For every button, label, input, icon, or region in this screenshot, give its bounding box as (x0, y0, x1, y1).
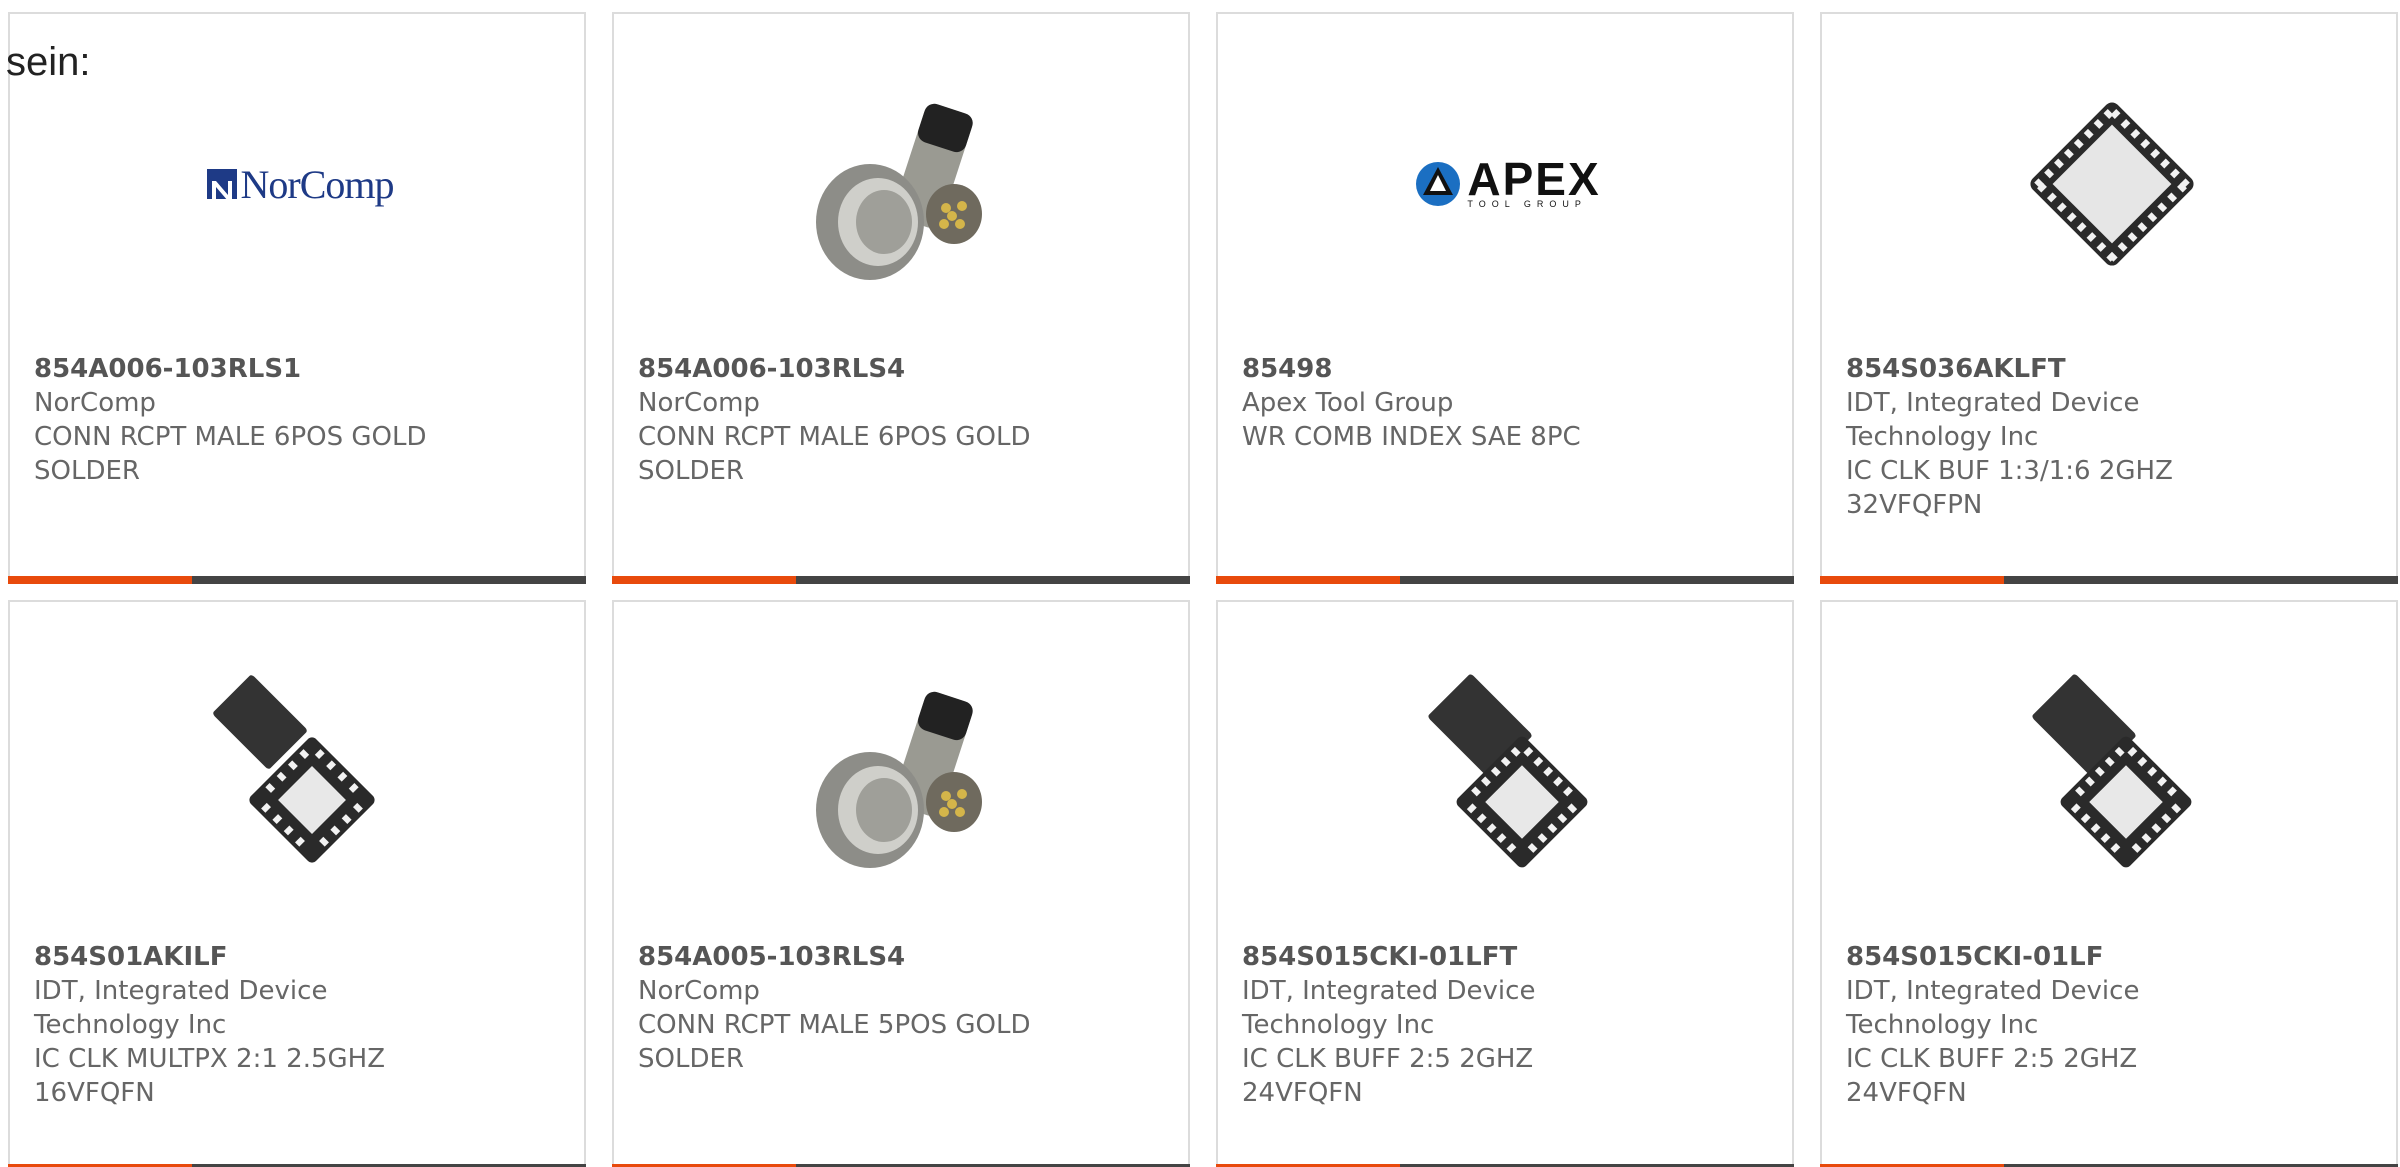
product-card[interactable]: 854A006-103RLS4 NorComp CONN RCPT MALE 6… (612, 12, 1190, 584)
product-card[interactable]: 854S01AKILF IDT, Integrated Device Techn… (8, 600, 586, 1167)
description: SOLDER (638, 1044, 744, 1074)
description: CONN RCPT MALE 6POS GOLD (638, 422, 1031, 452)
description: 32VFQFPN (1846, 490, 1983, 520)
manufacturer: IDT, Integrated Device (34, 976, 328, 1006)
circular-connector-photo (816, 103, 982, 280)
page: sein: NorComp 854A006-103RLS1 NorComp CO… (0, 0, 2400, 1167)
part-number-link[interactable]: 854A006-103RLS4 (638, 352, 1058, 386)
description: CONN RCPT MALE 6POS GOLD (34, 422, 427, 452)
description: IC CLK BUFF 2:5 2GHZ 24VFQFN (1242, 1044, 1534, 1108)
chip-image[interactable] (2012, 672, 2212, 872)
product-card[interactable]: 854S036AKLFT IDT, Integrated Device Tech… (1820, 12, 2398, 584)
manufacturer: IDT, Integrated Device (1242, 976, 1536, 1006)
apex-logo-text: APEX (1467, 153, 1601, 205)
part-number-link[interactable]: 854A005-103RLS4 (638, 940, 1058, 974)
part-number-link[interactable]: 854S015CKI-01LF (1846, 940, 2266, 974)
qfn-chip-pair-photo (1428, 674, 1588, 868)
part-number-link[interactable]: 854S01AKILF (34, 940, 454, 974)
part-number-link[interactable]: 85498 (1242, 352, 1662, 386)
part-number-link[interactable]: 854S036AKLFT (1846, 352, 2266, 386)
description: WR COMB INDEX SAE 8PC (1242, 422, 1581, 452)
card-footer-bar (1216, 576, 1794, 584)
connector-image[interactable] (804, 672, 1004, 872)
accent-stripe (612, 576, 796, 584)
qfn-chip-pair-photo (2032, 674, 2192, 868)
manufacturer: Technology Inc (1846, 1010, 2039, 1040)
part-number-link[interactable]: 854S015CKI-01LFT (1242, 940, 1662, 974)
norcomp-logo-image[interactable]: NorComp (200, 84, 400, 284)
intro-text: sein: (6, 40, 91, 84)
qfn-chip-pair-photo (213, 675, 375, 863)
description: 16VFQFN (34, 1078, 155, 1108)
chip-image[interactable] (200, 672, 400, 872)
product-card[interactable]: 854S015CKI-01LF IDT, Integrated Device T… (1820, 600, 2398, 1167)
chip-image[interactable] (1408, 672, 1608, 872)
product-card[interactable]: NorComp 854A006-103RLS1 NorComp CONN RCP… (8, 12, 586, 584)
card-footer-bar (8, 576, 586, 584)
connector-image[interactable] (804, 84, 1004, 284)
description: SOLDER (638, 456, 744, 486)
product-card[interactable]: 854S015CKI-01LFT IDT, Integrated Device … (1216, 600, 1794, 1167)
description: CONN RCPT MALE 5POS GOLD (638, 1010, 1031, 1040)
accent-stripe (8, 576, 192, 584)
manufacturer: Technology Inc (1242, 1010, 1435, 1040)
description: SOLDER (34, 456, 140, 486)
product-card[interactable]: APEX TOOL GROUP 85498 Apex Tool Group WR… (1216, 12, 1794, 584)
manufacturer: Technology Inc (34, 1010, 227, 1040)
accent-stripe (1216, 576, 1400, 584)
chip-image[interactable] (2012, 84, 2212, 284)
manufacturer: Technology Inc (1846, 422, 2039, 452)
manufacturer: NorComp (638, 976, 760, 1006)
manufacturer: IDT, Integrated Device (1846, 976, 2140, 1006)
card-footer-bar (612, 576, 1190, 584)
product-grid: NorComp 854A006-103RLS1 NorComp CONN RCP… (8, 12, 2398, 1167)
card-footer-bar (1820, 576, 2398, 584)
norcomp-logo-text: NorComp (240, 161, 395, 207)
accent-stripe (1820, 576, 2004, 584)
product-card[interactable]: 854A005-103RLS4 NorComp CONN RCPT MALE 5… (612, 600, 1190, 1167)
qfn-chip-photo (2030, 102, 2194, 266)
description: IC CLK BUFF 2:5 2GHZ 24VFQFN (1846, 1044, 2138, 1108)
circular-connector-photo (816, 691, 982, 868)
norcomp-logo-icon (206, 169, 237, 201)
apex-logo-image[interactable]: APEX TOOL GROUP (1408, 84, 1608, 284)
description: IC CLK MULTPX 2:1 2.5GHZ (34, 1044, 386, 1074)
manufacturer: NorComp (638, 388, 760, 418)
part-number-link[interactable]: 854A006-103RLS1 (34, 352, 454, 386)
manufacturer: Apex Tool Group (1242, 388, 1454, 418)
manufacturer: IDT, Integrated Device (1846, 388, 2140, 418)
apex-logo-icon (1416, 162, 1461, 206)
apex-logo-subtext: TOOL GROUP (1467, 199, 1587, 209)
description: IC CLK BUF 1:3/1:6 2GHZ (1846, 456, 2173, 486)
manufacturer: NorComp (34, 388, 156, 418)
